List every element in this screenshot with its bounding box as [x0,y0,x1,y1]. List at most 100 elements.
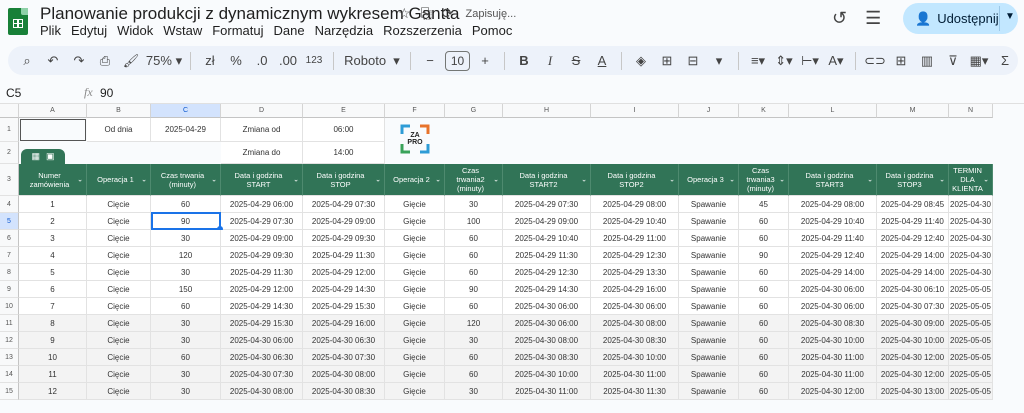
row-header[interactable]: 12 [0,332,19,349]
table-cell[interactable]: Spawanie [679,196,739,213]
table-cell[interactable]: 2025-04-29 09:00 [221,230,303,247]
table-header-3[interactable]: Czas trwania (minuty) ⌄ [151,164,221,196]
column-header-l[interactable]: L [789,104,877,118]
table-cell[interactable]: 2025-04-30 11:30 [591,383,679,400]
row-header[interactable]: 13 [0,349,19,366]
table-cell[interactable]: 2025-04-29 14:30 [221,298,303,315]
table-cell[interactable]: 30 [151,230,221,247]
table-header-13[interactable]: Data i godzina STOP3 ⌄ [877,164,949,196]
row-header-2[interactable]: 2 [0,142,19,164]
table-cell[interactable]: 6 [19,281,87,298]
table-cell[interactable]: 2025-04-30 06:30 [303,332,385,349]
table-cell[interactable]: Spawanie [679,349,739,366]
chevron-down-icon[interactable]: ⌄ [581,175,587,184]
table-cell[interactable]: 2 [19,213,87,230]
table-cell[interactable]: 60 [445,366,503,383]
table-cell[interactable]: 2025-04-30 11:00 [591,366,679,383]
cell-d2[interactable]: Zmiana do [221,142,303,164]
more-formats-button[interactable]: 123 [303,49,325,73]
star-icon[interactable]: ☆ [398,5,411,22]
table-cell[interactable]: 2025-04-29 06:00 [221,196,303,213]
table-cell[interactable]: 2025-05-05 [949,383,993,400]
table-cell[interactable]: 2025-04-30 12:00 [877,366,949,383]
table-cell[interactable]: 30 [151,383,221,400]
row-header[interactable]: 15 [0,383,19,400]
table-cell[interactable]: 60 [445,247,503,264]
table-cell[interactable]: 2025-04-30 [949,196,993,213]
table-cell[interactable]: 2025-04-30 [949,230,993,247]
table-header-14[interactable]: TERMIN DLA KLIENTA ⌄ [949,164,993,196]
table-cell[interactable]: 2025-04-29 11:00 [591,230,679,247]
table-cell[interactable]: 60 [151,349,221,366]
table-cell[interactable]: Spawanie [679,213,739,230]
merge-dropdown-icon[interactable]: ▾ [708,49,730,73]
table-cell[interactable]: 60 [739,383,789,400]
table-cell[interactable]: 2025-04-29 08:00 [591,196,679,213]
table-cell[interactable]: 120 [445,315,503,332]
table-cell[interactable]: 2025-04-29 12:30 [503,264,591,281]
row-header[interactable]: 7 [0,247,19,264]
search-menus-icon[interactable]: ⌕ [16,49,38,73]
table-cell[interactable]: 11 [19,366,87,383]
table-cell[interactable]: 2025-04-29 16:00 [303,315,385,332]
comments-icon[interactable]: ☰ [865,8,881,29]
table-cell[interactable]: 7 [19,298,87,315]
table-cell[interactable]: 2025-04-30 07:30 [221,366,303,383]
insert-chart-icon[interactable]: ▥ [916,49,938,73]
table-cell[interactable]: 2025-04-29 09:30 [303,230,385,247]
table-cell[interactable]: 2025-04-30 08:30 [503,349,591,366]
row-header[interactable]: 8 [0,264,19,281]
table-cell[interactable]: 60 [445,349,503,366]
table-cell[interactable]: 60 [739,298,789,315]
table-cell[interactable]: Spawanie [679,366,739,383]
chevron-down-icon[interactable]: ⌄ [435,175,441,184]
decrease-font-size-button[interactable]: − [419,49,441,73]
chevron-down-icon[interactable]: ⌄ [493,175,499,184]
table-cell[interactable]: Gięcie [385,264,445,281]
table-header-7[interactable]: Czas trwania2 (minuty) ⌄ [445,164,503,196]
table-cell[interactable]: 2025-04-30 08:00 [221,383,303,400]
table-cell[interactable]: Cięcie [87,349,151,366]
table-cell[interactable]: Cięcie [87,315,151,332]
table-cell[interactable]: 60 [445,230,503,247]
table-cell[interactable]: 2025-04-29 09:00 [503,213,591,230]
merge-cells-icon[interactable]: ⊟ [682,49,704,73]
chevron-down-icon[interactable]: ⌄ [77,175,83,184]
table-toolbar-chip[interactable]: ▦ ▣ [21,149,65,164]
table-cell[interactable]: 60 [739,281,789,298]
table-cell[interactable]: 2025-04-30 06:00 [503,298,591,315]
table-cell[interactable]: Cięcie [87,264,151,281]
table-cell[interactable]: Spawanie [679,264,739,281]
currency-format-button[interactable]: zł [199,49,221,73]
percent-format-button[interactable]: % [225,49,247,73]
sheets-logo-icon[interactable] [8,8,28,35]
table-cell[interactable]: 2025-04-30 06:00 [221,332,303,349]
table-cell[interactable]: 2025-04-30 12:00 [789,383,877,400]
table-cell[interactable]: Gięcie [385,247,445,264]
table-cell[interactable]: 2025-04-30 08:00 [591,315,679,332]
undo-icon[interactable]: ↶ [42,49,64,73]
column-header-h[interactable]: H [503,104,591,118]
table-cell[interactable]: Gięcie [385,332,445,349]
decrease-decimal-button[interactable]: .0 [251,49,273,73]
table-cell[interactable]: 60 [445,298,503,315]
table-cell[interactable]: 2025-04-29 14:00 [877,264,949,281]
table-cell[interactable]: 2025-04-29 07:30 [303,196,385,213]
table-cell[interactable]: 2025-04-30 06:00 [591,298,679,315]
table-header-8[interactable]: Data i godzina START2 ⌄ [503,164,591,196]
table-cell[interactable]: 2025-04-29 08:00 [789,196,877,213]
column-header-a[interactable]: A [19,104,87,118]
table-cell[interactable]: Cięcie [87,247,151,264]
table-cell[interactable]: 2025-04-29 13:30 [591,264,679,281]
table-menu-icon[interactable]: ▣ [46,151,55,162]
column-header-d[interactable]: D [221,104,303,118]
table-cell[interactable]: 60 [739,332,789,349]
functions-icon[interactable]: Σ [994,49,1016,73]
table-cell[interactable]: 2025-04-30 10:00 [503,366,591,383]
table-cell[interactable]: Gięcie [385,196,445,213]
table-cell[interactable]: Spawanie [679,298,739,315]
table-cell[interactable]: 3 [19,230,87,247]
column-header-m[interactable]: M [877,104,949,118]
table-cell[interactable]: Spawanie [679,281,739,298]
table-cell[interactable]: 5 [19,264,87,281]
